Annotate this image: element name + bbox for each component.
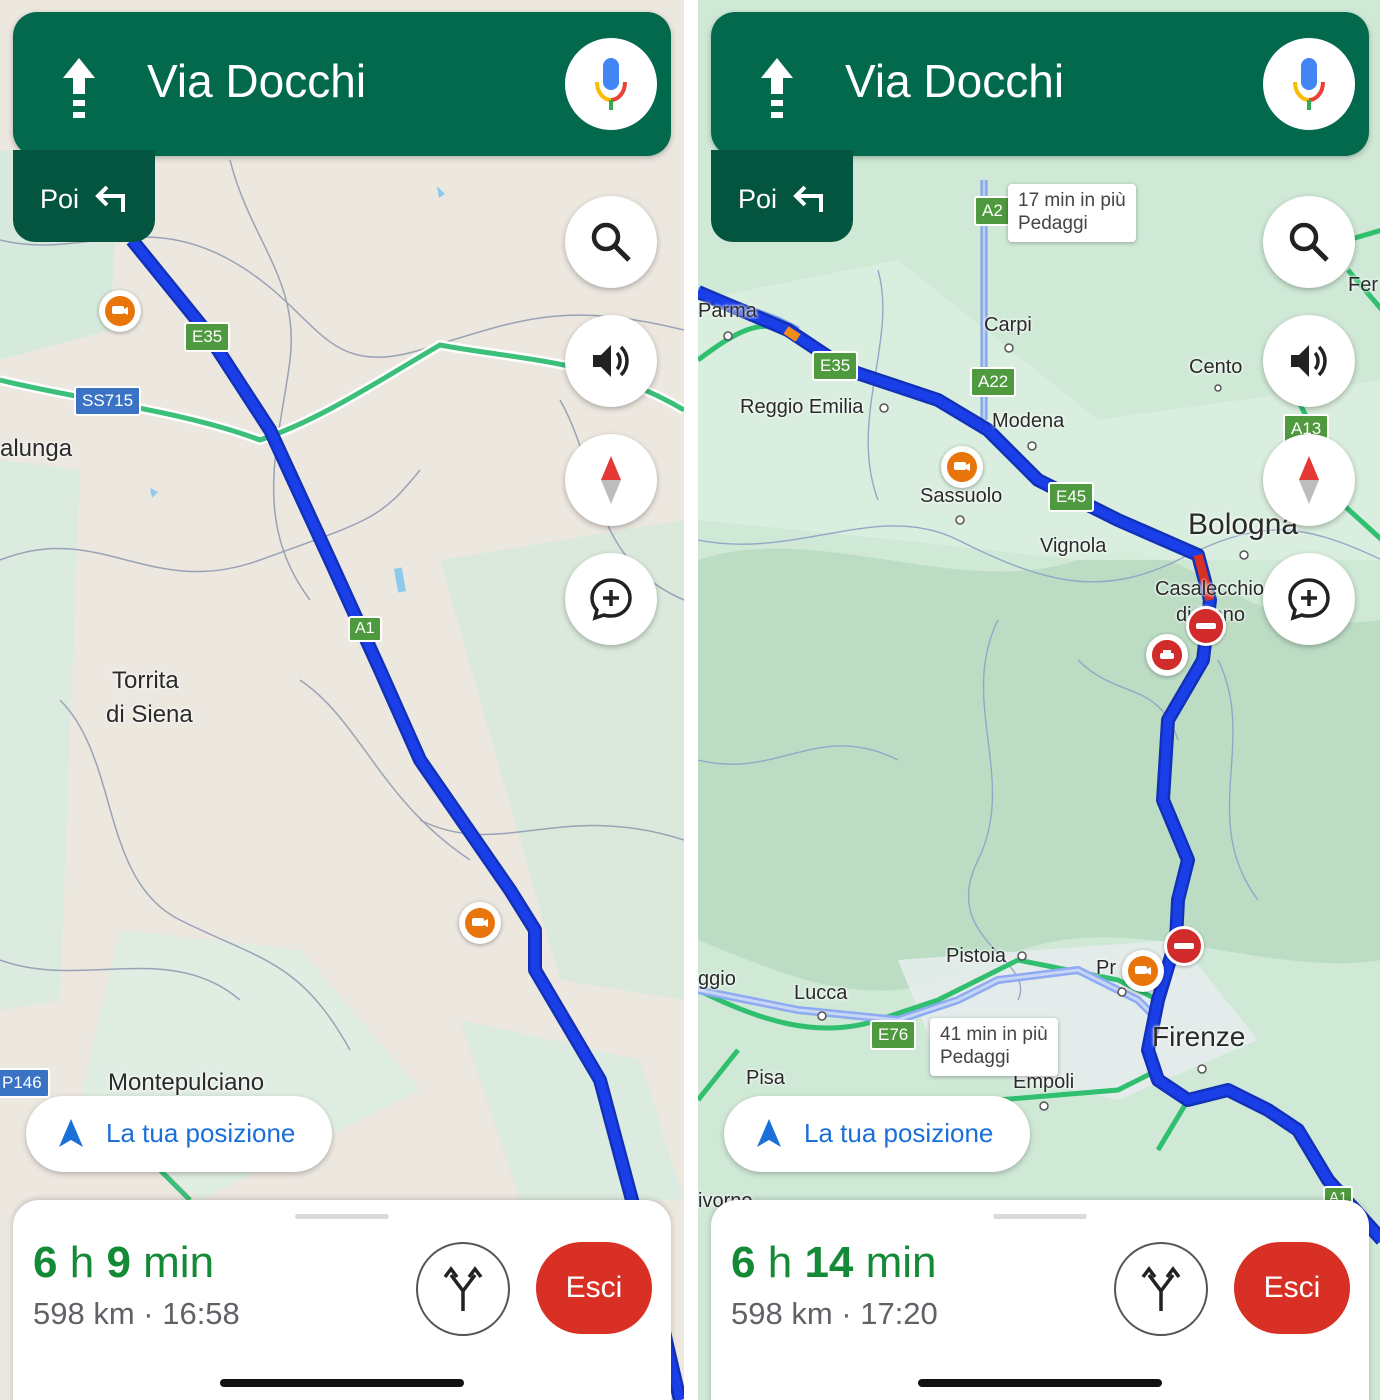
map-place-label: Montepulciano — [108, 1069, 265, 1096]
arrow-up-icon — [63, 58, 95, 118]
search-button[interactable] — [1263, 196, 1355, 288]
add-report-icon — [1288, 578, 1330, 621]
road-closure-icon[interactable] — [1186, 606, 1226, 646]
add-report-button[interactable] — [565, 553, 657, 645]
recenter-button[interactable]: La tua posizione — [26, 1096, 332, 1172]
map-place-label: Casalecchio — [1155, 578, 1264, 600]
sound-button[interactable] — [565, 315, 657, 407]
road-shield: E76 — [870, 1020, 917, 1050]
next-step-banner[interactable]: Poi — [13, 150, 155, 242]
map-place-label: Vignola — [1040, 535, 1107, 557]
navigation-arrow-icon — [59, 1119, 83, 1147]
trip-summary-sheet[interactable]: 6 h 14 min 598 km · 17:20 Esci — [711, 1200, 1369, 1400]
map-place-label: Pisa — [746, 1067, 785, 1089]
alternate-route-callout[interactable]: 41 min in più Pedaggi — [930, 1018, 1058, 1076]
turn-left-icon — [793, 185, 823, 212]
alternate-route-callout[interactable]: 17 min in più Pedaggi — [1008, 184, 1136, 242]
callout-tolls: Pedaggi — [1018, 212, 1088, 234]
map-place-label: Lucca — [794, 982, 848, 1004]
map-place-label: Carpi — [984, 314, 1032, 336]
speed-camera-icon[interactable] — [1122, 950, 1164, 992]
road-shield: A2 — [974, 196, 1011, 226]
crash-report-icon[interactable] — [1146, 634, 1188, 676]
trip-distance-arrival: 598 km · 17:20 — [731, 1296, 938, 1331]
map-place-label: Cento — [1189, 356, 1243, 378]
compass-icon — [1299, 456, 1319, 504]
search-icon — [591, 222, 631, 262]
home-indicator[interactable] — [918, 1379, 1162, 1387]
sheet-handle[interactable] — [993, 1214, 1087, 1219]
map-place-label: Reggio Emilia — [740, 396, 864, 418]
compass-button[interactable] — [1263, 434, 1355, 526]
callout-tolls: Pedaggi — [940, 1046, 1010, 1068]
road-shield: E35 — [184, 322, 231, 352]
arrow-up-icon — [761, 58, 793, 118]
map-place-label: Fer — [1348, 274, 1378, 296]
fork-routes-icon — [1141, 1266, 1181, 1311]
road-shield: A22 — [970, 367, 1017, 397]
volume-icon — [1291, 345, 1327, 377]
map-place-label: Modena — [992, 410, 1065, 432]
compass-button[interactable] — [565, 434, 657, 526]
road-shield: P146 — [0, 1068, 50, 1098]
alternate-routes-button[interactable] — [1114, 1242, 1208, 1336]
sound-button[interactable] — [1263, 315, 1355, 407]
recenter-label: La tua posizione — [804, 1118, 994, 1148]
search-button[interactable] — [565, 196, 657, 288]
home-indicator[interactable] — [220, 1379, 464, 1387]
map-place-label: Torrita — [112, 667, 179, 694]
trip-duration: 6 h 9 min — [33, 1238, 215, 1287]
map-place-label: Firenze — [1152, 1021, 1246, 1052]
turn-left-icon — [95, 185, 125, 212]
callout-time: 17 min in più — [1018, 190, 1126, 211]
callout-time: 41 min in più — [940, 1024, 1048, 1045]
map-place-label: Parma — [698, 300, 757, 322]
add-report-button[interactable] — [1263, 553, 1355, 645]
microphone-icon — [1293, 58, 1325, 110]
sheet-handle[interactable] — [295, 1214, 389, 1219]
street-name: Via Docchi — [845, 55, 1065, 107]
navigation-screen-right: Parma Carpi Reggio Emilia Modena Cento S… — [698, 0, 1380, 1400]
exit-navigation-button[interactable]: Esci — [536, 1242, 652, 1334]
compass-icon — [601, 456, 621, 504]
next-step-banner[interactable]: Poi — [711, 150, 853, 242]
next-step-label: Poi — [40, 184, 80, 214]
road-shield: SS715 — [74, 386, 142, 416]
map-place-label: Sassuolo — [920, 485, 1003, 507]
speed-camera-icon[interactable] — [459, 902, 501, 944]
voice-search-button[interactable] — [1263, 38, 1355, 130]
alternate-routes-button[interactable] — [416, 1242, 510, 1336]
map-place-label: alunga — [0, 435, 73, 462]
fork-routes-icon — [443, 1266, 483, 1311]
recenter-button[interactable]: La tua posizione — [724, 1096, 1030, 1172]
navigation-arrow-icon — [757, 1119, 781, 1147]
trip-summary-sheet[interactable]: 6 h 9 min 598 km · 16:58 Esci — [13, 1200, 671, 1400]
navigation-screen-left: alunga Torrita di Siena Montepulciano E3… — [0, 0, 684, 1400]
map-place-label: Pr — [1096, 957, 1116, 979]
map-place-label: di Siena — [106, 701, 193, 728]
search-icon — [1289, 222, 1329, 262]
map-place-label: Pistoia — [946, 945, 1007, 967]
trip-distance-arrival: 598 km · 16:58 — [33, 1296, 240, 1331]
map-place-label: ggio — [698, 968, 736, 990]
voice-search-button[interactable] — [565, 38, 657, 130]
exit-navigation-button[interactable]: Esci — [1234, 1242, 1350, 1334]
road-shield: A1 — [348, 616, 382, 642]
add-report-icon — [590, 578, 632, 621]
recenter-label: La tua posizione — [106, 1118, 296, 1148]
microphone-icon — [595, 58, 627, 110]
trip-duration: 6 h 14 min — [731, 1238, 937, 1287]
instruction-banner[interactable]: Via Docchi — [13, 12, 671, 156]
road-closure-icon[interactable] — [1164, 926, 1204, 966]
instruction-banner[interactable]: Via Docchi — [711, 12, 1369, 156]
speed-camera-icon[interactable] — [941, 446, 983, 488]
volume-icon — [593, 345, 629, 377]
next-step-label: Poi — [738, 184, 778, 214]
street-name: Via Docchi — [147, 55, 367, 107]
speed-camera-icon[interactable] — [99, 290, 141, 332]
road-shield: E35 — [812, 351, 859, 381]
road-shield: E45 — [1048, 482, 1095, 512]
